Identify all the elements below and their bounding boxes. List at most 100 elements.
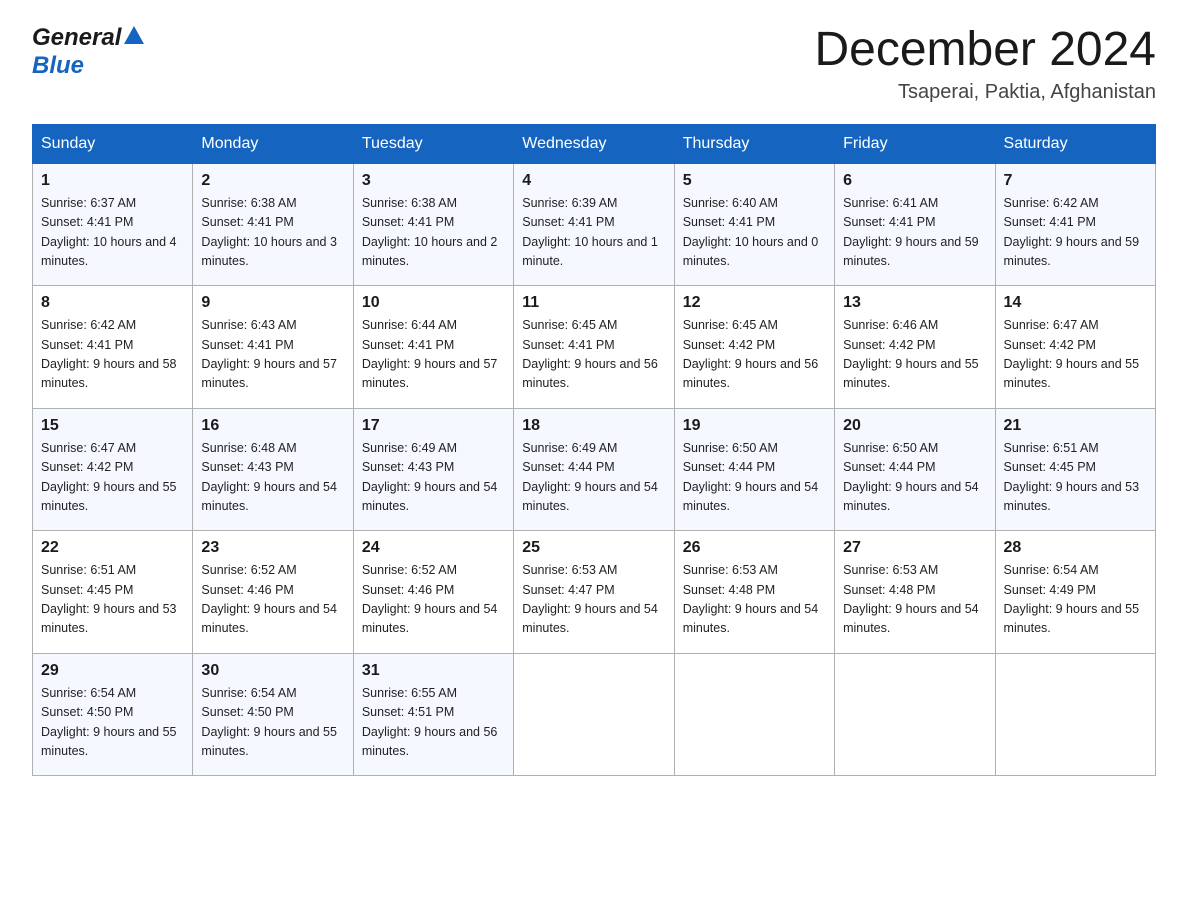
calendar-cell: [835, 653, 995, 776]
day-info: Sunrise: 6:48 AMSunset: 4:43 PMDaylight:…: [201, 441, 337, 513]
day-number: 13: [843, 294, 986, 312]
day-info: Sunrise: 6:42 AMSunset: 4:41 PMDaylight:…: [1004, 196, 1140, 268]
weekday-header-tuesday: Tuesday: [353, 124, 513, 163]
calendar-week-1: 1 Sunrise: 6:37 AMSunset: 4:41 PMDayligh…: [33, 163, 1156, 286]
day-number: 27: [843, 539, 986, 557]
day-number: 12: [683, 294, 826, 312]
day-info: Sunrise: 6:49 AMSunset: 4:44 PMDaylight:…: [522, 441, 658, 513]
calendar-cell: 24 Sunrise: 6:52 AMSunset: 4:46 PMDaylig…: [353, 531, 513, 654]
day-number: 17: [362, 417, 505, 435]
day-number: 2: [201, 172, 344, 190]
day-number: 22: [41, 539, 184, 557]
day-number: 4: [522, 172, 665, 190]
day-info: Sunrise: 6:53 AMSunset: 4:48 PMDaylight:…: [683, 563, 819, 635]
calendar-cell: 19 Sunrise: 6:50 AMSunset: 4:44 PMDaylig…: [674, 408, 834, 531]
calendar-cell: [995, 653, 1155, 776]
calendar-cell: 5 Sunrise: 6:40 AMSunset: 4:41 PMDayligh…: [674, 163, 834, 286]
calendar-cell: 14 Sunrise: 6:47 AMSunset: 4:42 PMDaylig…: [995, 286, 1155, 409]
day-info: Sunrise: 6:38 AMSunset: 4:41 PMDaylight:…: [201, 196, 337, 268]
day-number: 14: [1004, 294, 1147, 312]
day-number: 26: [683, 539, 826, 557]
day-number: 7: [1004, 172, 1147, 190]
calendar-week-3: 15 Sunrise: 6:47 AMSunset: 4:42 PMDaylig…: [33, 408, 1156, 531]
calendar-table: SundayMondayTuesdayWednesdayThursdayFrid…: [32, 124, 1156, 777]
title-section: December 2024 Tsaperai, Paktia, Afghanis…: [814, 24, 1156, 104]
day-number: 8: [41, 294, 184, 312]
day-info: Sunrise: 6:50 AMSunset: 4:44 PMDaylight:…: [843, 441, 979, 513]
weekday-header-row: SundayMondayTuesdayWednesdayThursdayFrid…: [33, 124, 1156, 163]
calendar-cell: [674, 653, 834, 776]
calendar-cell: 4 Sunrise: 6:39 AMSunset: 4:41 PMDayligh…: [514, 163, 674, 286]
day-number: 5: [683, 172, 826, 190]
location: Tsaperai, Paktia, Afghanistan: [814, 81, 1156, 104]
calendar-cell: 25 Sunrise: 6:53 AMSunset: 4:47 PMDaylig…: [514, 531, 674, 654]
day-info: Sunrise: 6:37 AMSunset: 4:41 PMDaylight:…: [41, 196, 177, 268]
day-info: Sunrise: 6:53 AMSunset: 4:47 PMDaylight:…: [522, 563, 658, 635]
day-info: Sunrise: 6:52 AMSunset: 4:46 PMDaylight:…: [201, 563, 337, 635]
calendar-cell: 1 Sunrise: 6:37 AMSunset: 4:41 PMDayligh…: [33, 163, 193, 286]
day-number: 24: [362, 539, 505, 557]
calendar-cell: 9 Sunrise: 6:43 AMSunset: 4:41 PMDayligh…: [193, 286, 353, 409]
weekday-header-sunday: Sunday: [33, 124, 193, 163]
day-number: 20: [843, 417, 986, 435]
calendar-cell: 6 Sunrise: 6:41 AMSunset: 4:41 PMDayligh…: [835, 163, 995, 286]
day-info: Sunrise: 6:50 AMSunset: 4:44 PMDaylight:…: [683, 441, 819, 513]
calendar-cell: 10 Sunrise: 6:44 AMSunset: 4:41 PMDaylig…: [353, 286, 513, 409]
calendar-cell: 7 Sunrise: 6:42 AMSunset: 4:41 PMDayligh…: [995, 163, 1155, 286]
day-number: 19: [683, 417, 826, 435]
calendar-cell: 12 Sunrise: 6:45 AMSunset: 4:42 PMDaylig…: [674, 286, 834, 409]
day-number: 1: [41, 172, 184, 190]
calendar-cell: 17 Sunrise: 6:49 AMSunset: 4:43 PMDaylig…: [353, 408, 513, 531]
calendar-cell: 20 Sunrise: 6:50 AMSunset: 4:44 PMDaylig…: [835, 408, 995, 531]
weekday-header-saturday: Saturday: [995, 124, 1155, 163]
calendar-week-2: 8 Sunrise: 6:42 AMSunset: 4:41 PMDayligh…: [33, 286, 1156, 409]
day-info: Sunrise: 6:43 AMSunset: 4:41 PMDaylight:…: [201, 318, 337, 390]
day-info: Sunrise: 6:42 AMSunset: 4:41 PMDaylight:…: [41, 318, 177, 390]
day-number: 18: [522, 417, 665, 435]
day-number: 3: [362, 172, 505, 190]
calendar-cell: 23 Sunrise: 6:52 AMSunset: 4:46 PMDaylig…: [193, 531, 353, 654]
day-number: 6: [843, 172, 986, 190]
day-number: 23: [201, 539, 344, 557]
day-number: 9: [201, 294, 344, 312]
day-info: Sunrise: 6:47 AMSunset: 4:42 PMDaylight:…: [41, 441, 177, 513]
calendar-week-4: 22 Sunrise: 6:51 AMSunset: 4:45 PMDaylig…: [33, 531, 1156, 654]
calendar-cell: 18 Sunrise: 6:49 AMSunset: 4:44 PMDaylig…: [514, 408, 674, 531]
day-number: 31: [362, 662, 505, 680]
day-info: Sunrise: 6:53 AMSunset: 4:48 PMDaylight:…: [843, 563, 979, 635]
calendar-cell: 31 Sunrise: 6:55 AMSunset: 4:51 PMDaylig…: [353, 653, 513, 776]
calendar-cell: [514, 653, 674, 776]
day-number: 10: [362, 294, 505, 312]
day-number: 16: [201, 417, 344, 435]
calendar-cell: 28 Sunrise: 6:54 AMSunset: 4:49 PMDaylig…: [995, 531, 1155, 654]
weekday-header-monday: Monday: [193, 124, 353, 163]
day-info: Sunrise: 6:51 AMSunset: 4:45 PMDaylight:…: [1004, 441, 1140, 513]
day-info: Sunrise: 6:49 AMSunset: 4:43 PMDaylight:…: [362, 441, 498, 513]
logo-blue: Blue: [32, 52, 84, 79]
day-info: Sunrise: 6:54 AMSunset: 4:50 PMDaylight:…: [41, 686, 177, 758]
logo: General Blue: [32, 24, 144, 80]
day-number: 21: [1004, 417, 1147, 435]
day-info: Sunrise: 6:52 AMSunset: 4:46 PMDaylight:…: [362, 563, 498, 635]
day-number: 29: [41, 662, 184, 680]
calendar-cell: 29 Sunrise: 6:54 AMSunset: 4:50 PMDaylig…: [33, 653, 193, 776]
day-number: 15: [41, 417, 184, 435]
month-title: December 2024: [814, 24, 1156, 77]
day-info: Sunrise: 6:39 AMSunset: 4:41 PMDaylight:…: [522, 196, 658, 268]
logo-general: General: [32, 24, 121, 52]
day-info: Sunrise: 6:54 AMSunset: 4:50 PMDaylight:…: [201, 686, 337, 758]
day-info: Sunrise: 6:45 AMSunset: 4:42 PMDaylight:…: [683, 318, 819, 390]
day-info: Sunrise: 6:41 AMSunset: 4:41 PMDaylight:…: [843, 196, 979, 268]
calendar-cell: 3 Sunrise: 6:38 AMSunset: 4:41 PMDayligh…: [353, 163, 513, 286]
calendar-cell: 26 Sunrise: 6:53 AMSunset: 4:48 PMDaylig…: [674, 531, 834, 654]
day-info: Sunrise: 6:44 AMSunset: 4:41 PMDaylight:…: [362, 318, 498, 390]
day-info: Sunrise: 6:51 AMSunset: 4:45 PMDaylight:…: [41, 563, 177, 635]
day-number: 28: [1004, 539, 1147, 557]
day-info: Sunrise: 6:46 AMSunset: 4:42 PMDaylight:…: [843, 318, 979, 390]
day-number: 25: [522, 539, 665, 557]
calendar-cell: 15 Sunrise: 6:47 AMSunset: 4:42 PMDaylig…: [33, 408, 193, 531]
day-info: Sunrise: 6:40 AMSunset: 4:41 PMDaylight:…: [683, 196, 819, 268]
calendar-week-5: 29 Sunrise: 6:54 AMSunset: 4:50 PMDaylig…: [33, 653, 1156, 776]
page-header: General Blue December 2024 Tsaperai, Pak…: [32, 24, 1156, 104]
weekday-header-wednesday: Wednesday: [514, 124, 674, 163]
